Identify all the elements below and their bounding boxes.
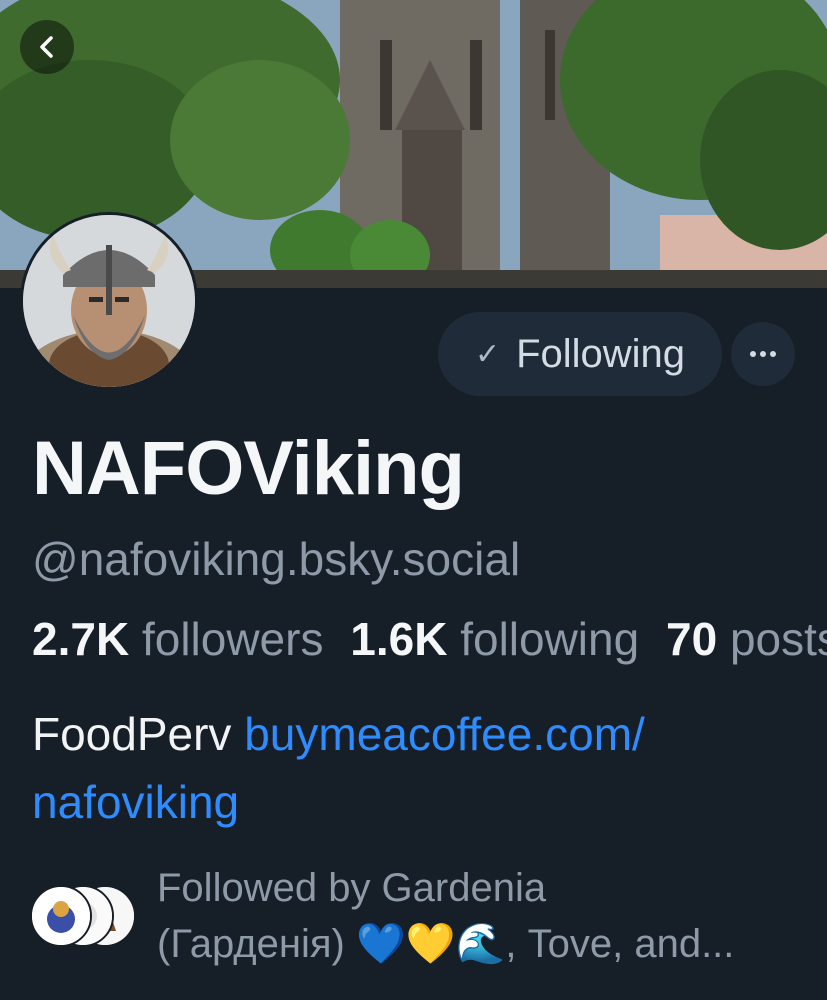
following-button-label: Following	[516, 331, 686, 376]
posts-label: posts	[729, 613, 827, 665]
following-count: 1.6K	[350, 613, 448, 665]
profile-handle: @nafoviking.bsky.social	[32, 533, 521, 585]
bio-text: FoodPerv	[32, 708, 232, 760]
following-label: following	[460, 613, 640, 665]
more-dots-icon	[750, 351, 776, 357]
followed-by-line2: (Гарденія) 💙💛🌊, Tove, and...	[157, 922, 735, 966]
following-button[interactable]: ✓ Following	[438, 312, 722, 396]
viking-avatar-image	[23, 215, 195, 387]
profile-stats: 2.7K followers 1.6K following 70 posts	[32, 612, 827, 666]
followers-stat[interactable]: 2.7K followers	[32, 613, 323, 665]
followed-by-avatars[interactable]	[30, 885, 140, 947]
followers-count: 2.7K	[32, 613, 130, 665]
posts-stat: 70 posts	[666, 613, 827, 665]
display-name: NAFOViking	[32, 426, 465, 511]
bio-link-part1: buymeacoffee.com/	[244, 708, 645, 760]
bio-link-part2: nafoviking	[32, 776, 240, 828]
profile-avatar[interactable]	[20, 212, 198, 390]
followers-label: followers	[141, 613, 324, 665]
check-icon: ✓	[474, 337, 501, 371]
following-stat[interactable]: 1.6K following	[350, 613, 639, 665]
posts-count: 70	[665, 613, 718, 665]
chevron-left-icon	[40, 36, 53, 58]
follower-avatar	[30, 885, 92, 947]
followed-by-text[interactable]: Followed by Gardenia (Гарденія) 💙💛🌊, Tov…	[157, 860, 817, 972]
profile-bio: FoodPerv buymeacoffee.com/nafoviking	[32, 700, 792, 836]
back-button[interactable]	[20, 20, 74, 74]
more-options-button[interactable]	[731, 322, 795, 386]
followed-by-line1: Followed by Gardenia	[157, 866, 547, 910]
